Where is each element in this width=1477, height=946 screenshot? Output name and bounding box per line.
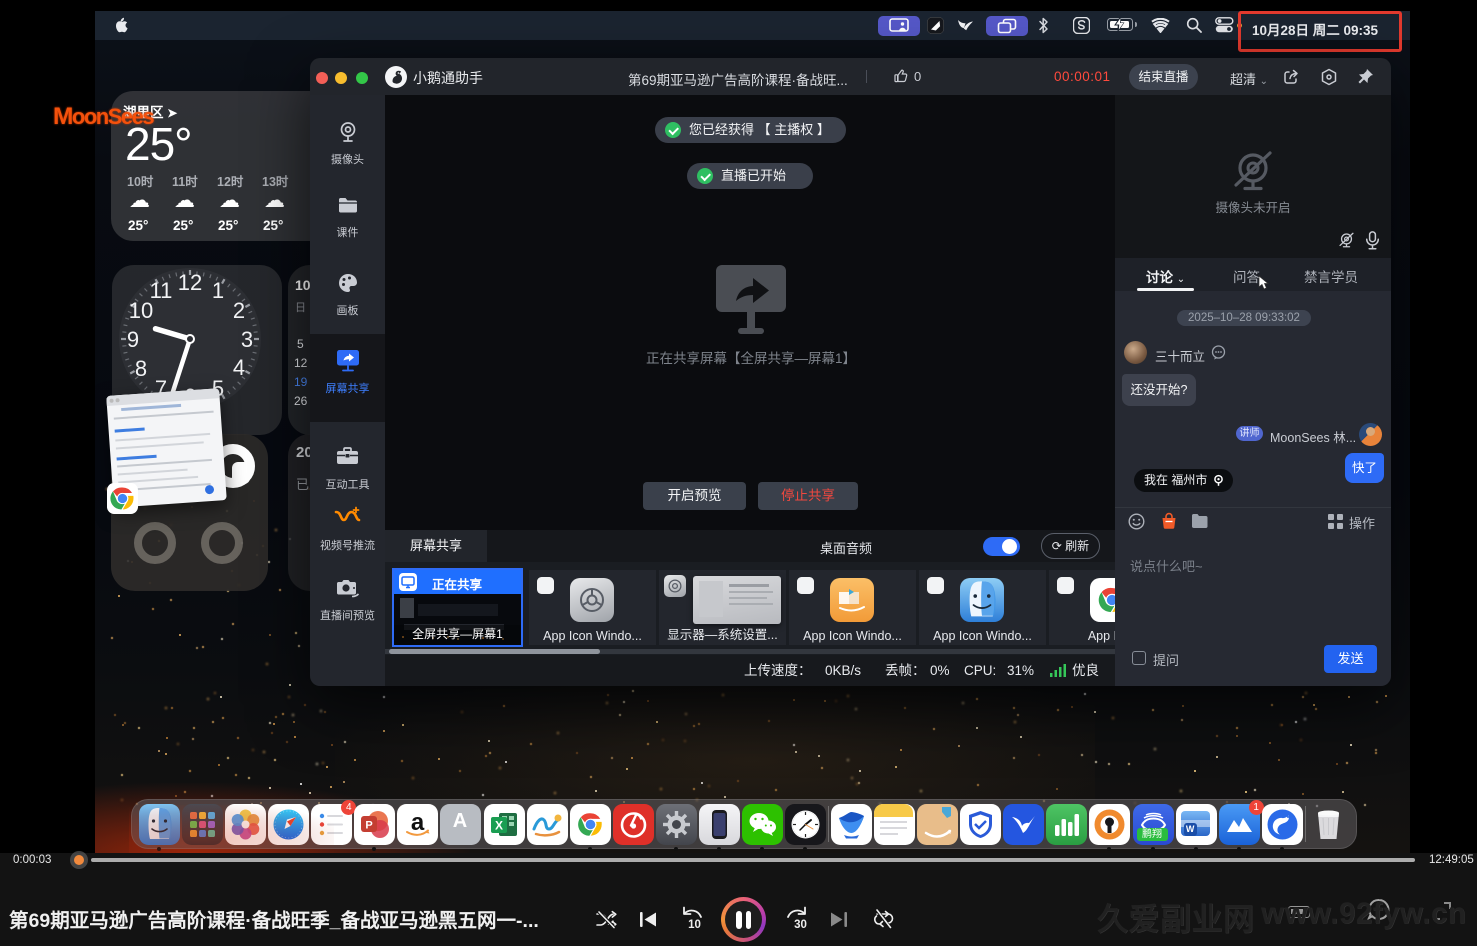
svg-text:P: P — [366, 819, 373, 831]
svg-text:a: a — [411, 809, 425, 836]
svg-text:X: X — [494, 818, 502, 832]
